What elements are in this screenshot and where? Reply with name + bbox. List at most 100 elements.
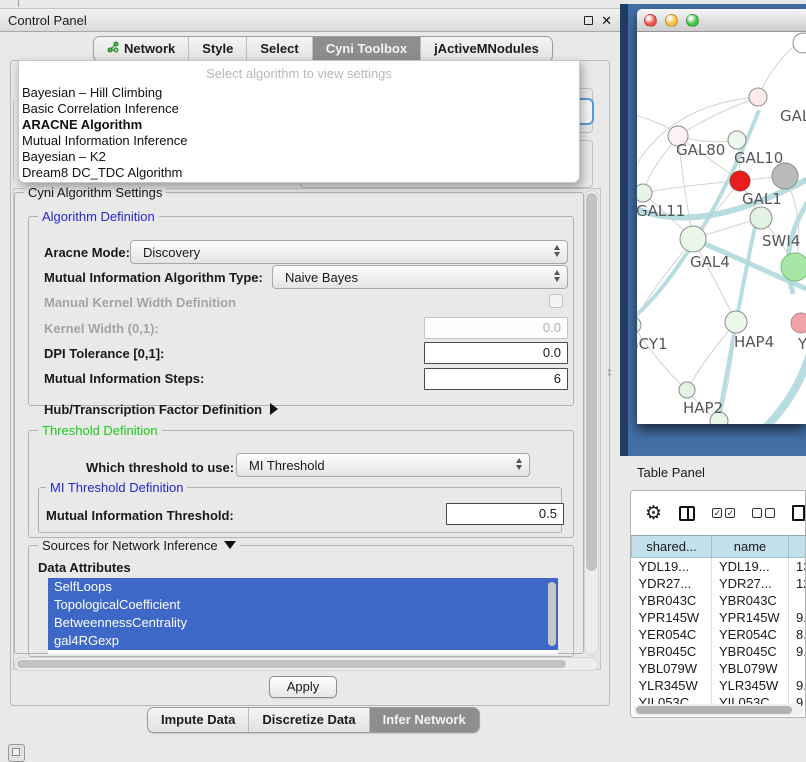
attribute-list-item[interactable]: TopologicalCoefficient bbox=[48, 596, 558, 614]
tab-style[interactable]: Style bbox=[189, 37, 247, 61]
table-cell[interactable]: YPR145W bbox=[712, 609, 789, 626]
kernel-width-input[interactable]: 0.0 bbox=[424, 317, 568, 339]
mi-threshold-input[interactable]: 0.5 bbox=[446, 503, 564, 525]
network-node-gcy1[interactable] bbox=[637, 317, 641, 333]
network-node[interactable] bbox=[793, 33, 806, 53]
close-window-icon[interactable] bbox=[644, 14, 657, 27]
minimize-window-icon[interactable] bbox=[665, 14, 678, 27]
tab-cyni-toolbox[interactable]: Cyni Toolbox bbox=[313, 37, 421, 61]
table-cell[interactable]: YLR345W bbox=[712, 677, 789, 694]
network-node-hap2[interactable] bbox=[679, 382, 695, 398]
algorithm-option[interactable]: Mutual Information Inference bbox=[19, 133, 579, 149]
column-layout-icon[interactable] bbox=[679, 506, 695, 521]
table-cell[interactable]: YBL079W bbox=[712, 660, 789, 677]
manual-kernel-width-checkbox[interactable] bbox=[549, 294, 563, 308]
table-cell[interactable]: YDR27... bbox=[712, 575, 789, 592]
hub-definition-toggle[interactable]: Hub/Transcription Factor Definition bbox=[44, 402, 278, 417]
network-node-gal10[interactable] bbox=[728, 131, 746, 149]
network-node-hap4[interactable] bbox=[725, 311, 747, 333]
table-cell[interactable] bbox=[789, 660, 806, 677]
tab-network[interactable]: Network bbox=[94, 37, 189, 61]
table-row[interactable]: YDR27...YDR27...12 bbox=[632, 575, 806, 592]
network-node[interactable] bbox=[781, 253, 806, 281]
settings-vertical-scrollbar-thumb[interactable] bbox=[586, 193, 597, 571]
settings-horizontal-scrollbar-thumb[interactable] bbox=[17, 660, 566, 668]
table-cell[interactable]: YPR145W bbox=[632, 609, 712, 626]
attribute-list-item[interactable]: gal4RGexp bbox=[48, 632, 558, 650]
network-edge[interactable] bbox=[678, 97, 758, 136]
tab-jactivemnodules[interactable]: jActiveMNodules bbox=[421, 37, 552, 61]
table-cell[interactable] bbox=[789, 592, 806, 609]
network-canvas[interactable]: GALGAL80GAL10GAL1GAL11SWI4GAL4GCY1HAP4YH… bbox=[637, 32, 806, 424]
table-cell[interactable]: YBR043C bbox=[632, 592, 712, 609]
table-cell[interactable]: 12 bbox=[789, 575, 806, 592]
table-horizontal-scrollbar-thumb[interactable] bbox=[636, 706, 792, 714]
dock-panel-button[interactable] bbox=[8, 744, 25, 762]
attribute-list-item[interactable]: SelfLoops bbox=[48, 578, 558, 596]
mi-algorithm-type-select[interactable]: Naive Bayes bbox=[272, 265, 568, 289]
mi-steps-input[interactable]: 6 bbox=[424, 368, 568, 390]
table-row[interactable]: YBR043CYBR043C bbox=[632, 592, 806, 609]
network-node-gal[interactable] bbox=[749, 88, 767, 106]
table-cell[interactable]: YLR345W bbox=[632, 677, 712, 694]
table-cell[interactable]: 9. bbox=[789, 609, 806, 626]
export-table-icon[interactable] bbox=[792, 505, 805, 521]
tab-discretize-data[interactable]: Discretize Data bbox=[249, 708, 369, 732]
close-panel-icon[interactable]: ✕ bbox=[601, 14, 612, 27]
table-cell[interactable]: YBL079W bbox=[632, 660, 712, 677]
network-node-swi4[interactable] bbox=[750, 207, 772, 229]
table-row[interactable]: YER054CYER054C8. bbox=[632, 626, 806, 643]
table-cell[interactable]: YBR043C bbox=[712, 592, 789, 609]
table-row[interactable]: YBR045CYBR045C9. bbox=[632, 643, 806, 660]
tab-impute-data[interactable]: Impute Data bbox=[148, 708, 249, 732]
network-node-y[interactable] bbox=[791, 313, 806, 333]
which-threshold-select[interactable]: MI Threshold bbox=[236, 453, 530, 477]
network-edge[interactable] bbox=[693, 239, 736, 322]
network-node-gal1[interactable] bbox=[730, 171, 750, 191]
table-column-header[interactable]: name bbox=[712, 536, 789, 558]
table-settings-gear-icon[interactable]: ⚙ bbox=[645, 504, 662, 523]
table-horizontal-scrollbar[interactable] bbox=[633, 704, 803, 716]
table-row[interactable]: YDL19...YDL19...13 bbox=[632, 558, 806, 575]
table-cell[interactable]: YBR045C bbox=[632, 643, 712, 660]
table-cell[interactable]: YDL19... bbox=[632, 558, 712, 575]
table-column-header[interactable] bbox=[789, 536, 806, 558]
select-all-checkboxes-icon[interactable]: ✓✓ bbox=[712, 508, 735, 518]
network-node-gal11[interactable] bbox=[637, 184, 652, 202]
algorithm-option[interactable]: Dream8 DC_TDC Algorithm bbox=[19, 165, 579, 181]
dpi-tolerance-input[interactable]: 0.0 bbox=[424, 342, 568, 364]
tab-infer-network[interactable]: Infer Network bbox=[370, 708, 479, 732]
attribute-list-item[interactable]: BetweennessCentrality bbox=[48, 614, 558, 632]
sources-toggle[interactable]: Sources for Network Inference bbox=[38, 539, 240, 552]
deselect-all-checkboxes-icon[interactable] bbox=[752, 508, 775, 518]
table-cell[interactable]: 13 bbox=[789, 558, 806, 575]
attribute-list-scrollbar[interactable] bbox=[548, 582, 556, 646]
algorithm-option[interactable]: Basic Correlation Inference bbox=[19, 101, 579, 117]
algorithm-option[interactable]: Bayesian – Hill Climbing bbox=[19, 85, 579, 101]
table-cell[interactable]: 9. bbox=[789, 643, 806, 660]
table-column-header[interactable]: shared... bbox=[632, 536, 712, 558]
table-cell[interactable]: YDL19... bbox=[712, 558, 789, 575]
panel-splitter-handle[interactable]: ▪▪ bbox=[608, 369, 614, 378]
aracne-mode-select[interactable]: Discovery bbox=[130, 240, 568, 264]
table-cell[interactable]: 9. bbox=[789, 677, 806, 694]
table-cell[interactable]: 8. bbox=[789, 626, 806, 643]
algorithm-option[interactable]: ARACNE Algorithm bbox=[19, 117, 579, 133]
tab-select[interactable]: Select bbox=[247, 37, 312, 61]
apply-button[interactable]: Apply bbox=[269, 676, 337, 698]
table-cell[interactable]: YER054C bbox=[712, 626, 789, 643]
table-cell[interactable]: YDR27... bbox=[632, 575, 712, 592]
table-cell[interactable]: YER054C bbox=[632, 626, 712, 643]
table-cell[interactable]: YBR045C bbox=[712, 643, 789, 660]
data-attributes-list[interactable]: SelfLoopsTopologicalCoefficientBetweenne… bbox=[48, 578, 558, 654]
zoom-window-icon[interactable] bbox=[686, 14, 699, 27]
network-window-titlebar[interactable] bbox=[637, 9, 806, 32]
table-row[interactable]: YBL079WYBL079W bbox=[632, 660, 806, 677]
table-row[interactable]: YLR345WYLR345W9. bbox=[632, 677, 806, 694]
network-edge[interactable] bbox=[765, 350, 806, 424]
float-panel-icon[interactable] bbox=[584, 16, 593, 25]
algorithm-option[interactable]: Bayesian – K2 bbox=[19, 149, 579, 165]
table-row[interactable]: YPR145WYPR145W9. bbox=[632, 609, 806, 626]
node-table[interactable]: shared...name YDL19...YDL19...13YDR27...… bbox=[631, 535, 806, 711]
network-node-gal4[interactable] bbox=[680, 226, 706, 252]
